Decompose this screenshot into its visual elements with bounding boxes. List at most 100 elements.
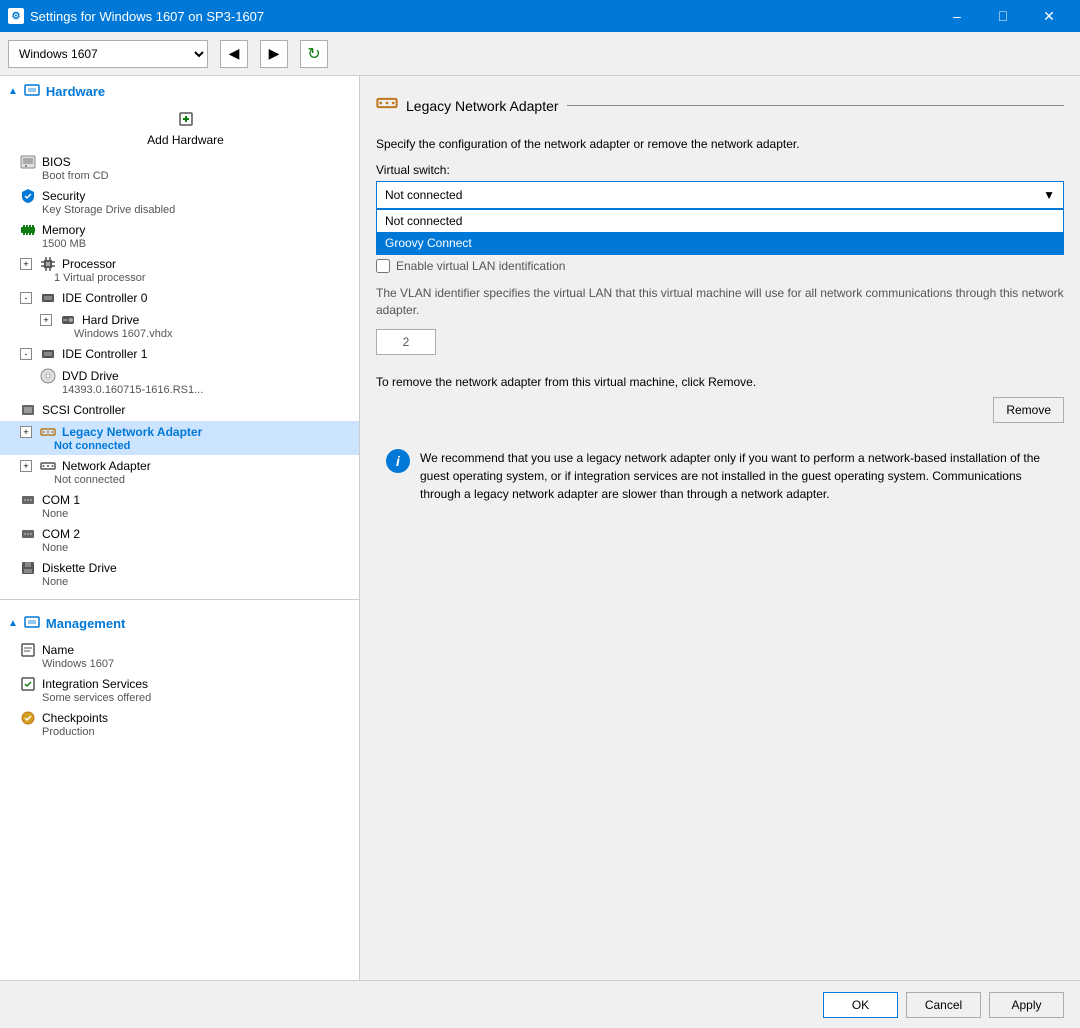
section-title: Legacy Network Adapter <box>406 98 559 114</box>
security-icon <box>20 188 36 204</box>
diskette-icon <box>20 560 36 576</box>
forward-button[interactable]: ▶ <box>260 40 288 68</box>
info-icon: i <box>386 449 410 473</box>
sidebar-item-hard-drive[interactable]: + Hard Drive Windows 1607.vhdx <box>0 309 359 343</box>
checkpoints-icon <box>20 710 36 726</box>
processor-sub: 1 Virtual processor <box>20 272 351 284</box>
legacy-network-expand[interactable]: + <box>20 426 32 438</box>
option-groovy-connect[interactable]: Groovy Connect <box>377 232 1063 254</box>
com2-sub: None <box>20 542 351 554</box>
dropdown-arrow-icon: ▼ <box>1043 188 1055 202</box>
virtual-switch-label: Virtual switch: <box>376 163 1064 177</box>
bios-sub: Boot from CD <box>20 170 351 182</box>
vlan-description: The VLAN identifier specifies the virtua… <box>376 285 1064 319</box>
sidebar-item-dvd[interactable]: DVD Drive 14393.0.160715-1616.RS1... <box>0 365 359 399</box>
virtual-switch-dropdown-wrap: Not connected ▼ Not connected Groovy Con… <box>376 181 1064 209</box>
management-chevron-icon: ▲ <box>8 618 18 629</box>
memory-sub: 1500 MB <box>20 238 351 250</box>
sidebar-item-ide1[interactable]: - IDE Controller 1 <box>0 343 359 365</box>
management-section-header[interactable]: ▲ Management <box>0 608 359 639</box>
processor-expand[interactable]: + <box>20 258 32 270</box>
security-label: Security <box>42 189 85 203</box>
sidebar-item-com2[interactable]: COM 2 None <box>0 523 359 557</box>
back-button[interactable]: ◀ <box>220 40 248 68</box>
sidebar-item-processor[interactable]: + Processor 1 Virtual processor <box>0 253 359 287</box>
network-adapter-sub: Not connected <box>20 474 351 486</box>
sidebar-item-com1[interactable]: COM 1 None <box>0 489 359 523</box>
vlan-input[interactable] <box>376 329 436 355</box>
vlan-checkbox[interactable] <box>376 259 390 273</box>
ide0-icon <box>40 290 56 306</box>
sidebar-item-legacy-network[interactable]: + Legacy Network Adapter Not connected <box>0 421 359 455</box>
dvd-label: DVD Drive <box>62 369 119 383</box>
sidebar-item-add-hardware[interactable]: Add Hardware <box>0 107 359 151</box>
virtual-switch-dropdown-list: Not connected Groovy Connect <box>376 209 1064 255</box>
name-label: Name <box>42 643 74 657</box>
com1-icon <box>20 492 36 508</box>
sidebar-item-security[interactable]: Security Key Storage Drive disabled <box>0 185 359 219</box>
refresh-button[interactable]: ↻ <box>300 40 328 68</box>
add-hardware-label: Add Hardware <box>147 133 224 147</box>
sidebar-item-diskette[interactable]: Diskette Drive None <box>0 557 359 591</box>
info-box: i We recommend that you use a legacy net… <box>376 439 1064 513</box>
dvd-sub: 14393.0.160715-1616.RS1... <box>40 384 351 396</box>
restore-button[interactable]: ⎕ <box>980 0 1026 32</box>
management-icon <box>24 614 40 633</box>
section-header-bar: Legacy Network Adapter <box>376 92 1064 125</box>
remove-description: To remove the network adapter from this … <box>376 375 1064 389</box>
virtual-switch-dropdown[interactable]: Not connected ▼ <box>376 181 1064 209</box>
legacy-network-label: Legacy Network Adapter <box>62 425 202 439</box>
hardware-icon <box>24 82 40 101</box>
harddrive-expand[interactable]: + <box>40 314 52 326</box>
app-icon: ⚙ <box>8 8 24 24</box>
window-title: Settings for Windows 1607 on SP3-1607 <box>30 9 264 24</box>
memory-label: Memory <box>42 223 85 237</box>
com2-icon <box>20 526 36 542</box>
option-not-connected[interactable]: Not connected <box>377 210 1063 232</box>
processor-label: Processor <box>62 257 116 271</box>
hardware-section-header[interactable]: ▲ Hardware <box>0 76 359 107</box>
ok-button[interactable]: OK <box>823 992 898 1018</box>
network-adapter-expand[interactable]: + <box>20 460 32 472</box>
com2-label: COM 2 <box>42 527 80 541</box>
sidebar-item-ide0[interactable]: - IDE Controller 0 <box>0 287 359 309</box>
right-panel: Legacy Network Adapter Specify the confi… <box>360 76 1080 980</box>
harddrive-icon <box>60 312 76 328</box>
legacy-network-icon <box>40 424 56 440</box>
cancel-button[interactable]: Cancel <box>906 992 981 1018</box>
sidebar-item-network-adapter[interactable]: + Network Adapter Not connected <box>0 455 359 489</box>
integration-label: Integration Services <box>42 677 148 691</box>
name-sub: Windows 1607 <box>20 658 351 670</box>
vm-select-wrap: Windows 1607 <box>8 40 208 68</box>
ide0-expand[interactable]: - <box>20 292 32 304</box>
com1-sub: None <box>20 508 351 520</box>
sidebar-item-memory[interactable]: Memory 1500 MB <box>0 219 359 253</box>
security-sub: Key Storage Drive disabled <box>20 204 351 216</box>
remove-section: To remove the network adapter from this … <box>376 375 1064 423</box>
ide1-label: IDE Controller 1 <box>62 347 147 361</box>
ide1-icon <box>40 346 56 362</box>
legacy-network-sub: Not connected <box>20 440 351 452</box>
apply-button[interactable]: Apply <box>989 992 1064 1018</box>
remove-button[interactable]: Remove <box>993 397 1064 423</box>
sidebar-item-integration[interactable]: Integration Services Some services offer… <box>0 673 359 707</box>
ide0-label: IDE Controller 0 <box>62 291 147 305</box>
vm-select[interactable]: Windows 1607 <box>8 40 208 68</box>
diskette-label: Diskette Drive <box>42 561 117 575</box>
minimize-button[interactable]: ‒ <box>934 0 980 32</box>
integration-sub: Some services offered <box>20 692 351 704</box>
ide1-expand[interactable]: - <box>20 348 32 360</box>
diskette-sub: None <box>20 576 351 588</box>
sidebar-item-checkpoints[interactable]: Checkpoints Production <box>0 707 359 741</box>
content-area: ▲ Hardware Add Hardware BIOS Boot from C… <box>0 76 1080 980</box>
network-adapter-icon <box>40 458 56 474</box>
sidebar-item-bios[interactable]: BIOS Boot from CD <box>0 151 359 185</box>
scsi-label: SCSI Controller <box>42 403 125 417</box>
bottom-bar: OK Cancel Apply <box>0 980 1080 1028</box>
integration-icon <box>20 676 36 692</box>
sidebar-item-name[interactable]: Name Windows 1607 <box>0 639 359 673</box>
close-button[interactable]: ✕ <box>1026 0 1072 32</box>
com1-label: COM 1 <box>42 493 80 507</box>
add-hardware-icon <box>178 111 194 127</box>
sidebar-item-scsi[interactable]: SCSI Controller <box>0 399 359 421</box>
